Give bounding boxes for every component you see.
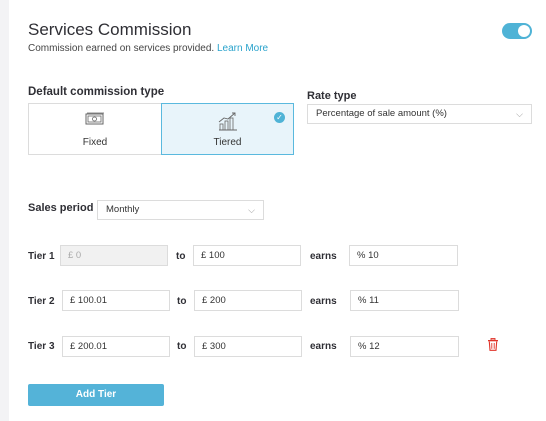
fixed-label: Fixed xyxy=(82,137,108,148)
subtitle: Commission earned on services provided. … xyxy=(28,43,268,54)
cash-icon xyxy=(85,112,105,129)
tier-2-to-label: to xyxy=(177,296,187,307)
tier-3-to-field[interactable]: £ 300 xyxy=(194,336,302,357)
chevron-down-icon: ⌵ xyxy=(248,205,255,215)
subtitle-text: Commission earned on services provided. xyxy=(28,43,215,54)
tier-2-label: Tier 2 xyxy=(28,296,55,307)
tier-3-earns-label: earns xyxy=(310,341,337,352)
rate-type-value: Percentage of sale amount (%) xyxy=(316,108,447,119)
commission-card: Services Commission Commission earned on… xyxy=(9,0,546,421)
sales-period-label: Sales period xyxy=(28,202,94,214)
commission-type-label: Default commission type xyxy=(28,86,165,98)
commission-type-tiered[interactable]: Tiered ✓ xyxy=(161,103,294,155)
delete-tier-3-trash-icon[interactable] xyxy=(487,338,499,356)
sales-period-select[interactable]: Monthly ⌵ xyxy=(97,200,264,220)
page-title: Services Commission xyxy=(28,20,192,39)
tier-3-rate-field[interactable]: % 12 xyxy=(350,336,459,357)
tier-1-to-label: to xyxy=(176,251,186,262)
selected-check-icon: ✓ xyxy=(274,112,285,123)
commission-toggle[interactable] xyxy=(502,23,532,39)
growth-chart-icon xyxy=(217,112,239,135)
tier-2-from-field[interactable]: £ 100.01 xyxy=(62,290,170,311)
add-tier-button[interactable]: Add Tier xyxy=(28,384,164,406)
tier-2-earns-label: earns xyxy=(310,296,337,307)
tier-2-to-field[interactable]: £ 200 xyxy=(194,290,302,311)
tier-2-rate-field[interactable]: % 11 xyxy=(350,290,459,311)
rate-type-label: Rate type xyxy=(307,90,357,102)
commission-type-fixed[interactable]: Fixed xyxy=(28,103,162,155)
sales-period-value: Monthly xyxy=(106,204,140,215)
tier-1-from-field: £ 0 xyxy=(60,245,168,266)
tier-1-rate-field[interactable]: % 10 xyxy=(349,245,458,266)
rate-type-select[interactable]: Percentage of sale amount (%) ⌵ xyxy=(307,104,532,124)
tier-3-from-field[interactable]: £ 200.01 xyxy=(62,336,170,357)
tier-1-label: Tier 1 xyxy=(28,251,55,262)
tiered-label: Tiered xyxy=(213,137,242,148)
toggle-knob xyxy=(518,25,530,37)
tier-3-to-label: to xyxy=(177,341,187,352)
learn-more-link[interactable]: Learn More xyxy=(217,43,268,54)
tier-1-earns-label: earns xyxy=(310,251,337,262)
tier-3-label: Tier 3 xyxy=(28,341,55,352)
chevron-down-icon: ⌵ xyxy=(516,109,523,119)
tier-1-to-field[interactable]: £ 100 xyxy=(193,245,301,266)
